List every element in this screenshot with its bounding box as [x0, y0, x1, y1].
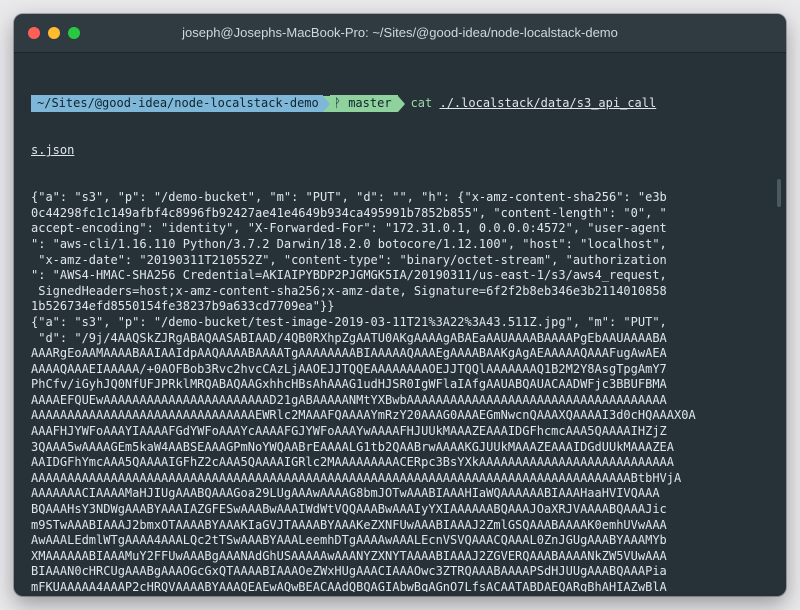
output-line: AAAAAAAAAAAAAAAAAAAAAAAAAAAAAAAEWRlc2MAA…: [31, 408, 696, 423]
output-line: {"a": "s3", "p": "/demo-bucket", "m": "P…: [31, 190, 667, 205]
output-line: BIAAAN0cHRCUgAAABgAAAOGcGxQTAAAABIAAAOeZ…: [31, 564, 667, 579]
output-line: XMAAAAAABIAAAMuY2FFUwAAABgAAANAdGhUSAAAA…: [31, 548, 667, 563]
command: cat: [410, 95, 433, 110]
output-line: BQAAAHsY3NDWgAAABYAAAIAZGFESwAAABwAAAIWd…: [31, 502, 667, 517]
output-line: AwAAALEdmlWTgAAAA4AAALQc2tTSwAAABYAAALee…: [31, 533, 667, 548]
prompt-directory: ~/Sites/@good-idea/node-localstack-demo: [31, 95, 323, 113]
output-line: ": "aws-cli/1.16.110 Python/3.7.2 Darwin…: [31, 236, 667, 251]
output-lines: {"a": "s3", "p": "/demo-bucket", "m": "P…: [31, 190, 777, 592]
output-line: {"a": "s3", "p": "/demo-bucket/test-imag…: [31, 314, 667, 329]
output-line: 1b526734efd8550154fe38237b9a633cd7709ea"…: [31, 299, 335, 314]
output-line: AAAAEFQUEwAAAAAAAAAAAAAAAAAAAAAAAD21gABA…: [31, 392, 667, 407]
prompt-branch: ᚹ master: [329, 95, 398, 113]
output-line: AAARgEoAAMAAAABAAIAAIdpAAQAAAABAAAATgAAA…: [31, 346, 667, 361]
window-title: joseph@Josephs-MacBook-Pro: ~/Sites/@goo…: [182, 25, 618, 40]
title-bar: joseph@Josephs-MacBook-Pro: ~/Sites/@goo…: [14, 14, 786, 53]
output-line: m9STwAAABIAAAJ2bmxOTAAAABYAAAKIaGVJTAAAA…: [31, 517, 667, 532]
output-line: mFKUAAAAA4AAAP2cHRQVAAAABYAAAQEAEwAQwBEA…: [31, 580, 667, 592]
output-line: AAAAQAAAEIAAAAA/+0AOFBob3Rvc2hvcCAzLjAAO…: [31, 361, 667, 376]
output-line: AAIDGFhYmcAAA5QAAAAIGFhZ2cAAA5QAAAAIGRlc…: [31, 455, 674, 470]
output-line: AAAAAAACIAAAAMaHJIUgAAABQAAAGoa29LUgAAAw…: [31, 486, 660, 501]
terminal-window: joseph@Josephs-MacBook-Pro: ~/Sites/@goo…: [14, 14, 786, 596]
prompt-end-separator: [397, 95, 405, 112]
output-line: AAAAAAAAAAAAAAAAAAAAAAAAAAAAAAAAAAAAAAAA…: [31, 470, 682, 485]
command-argument[interactable]: ./.localstack/data/s3_api_call: [439, 96, 656, 112]
branch-name: master: [348, 96, 392, 111]
scrollbar[interactable]: [777, 179, 781, 207]
output-line: PhCfv/iGyhJQ0NfUFJPRklMRQABAQAAGxhhcHBsA…: [31, 377, 667, 392]
output-line: "x-amz-date": "20190311T210552Z", "conte…: [31, 252, 667, 267]
output-line: accept-encoding": "identity", "X-Forward…: [31, 221, 667, 236]
terminal-output[interactable]: ~/Sites/@good-idea/node-localstack-demo …: [31, 64, 777, 592]
output-line: 3QAAA5wAAAAGEm5kaW4AABSEAAAGPmNoYWQAABrE…: [31, 439, 674, 454]
output-line: AAAFHJYWFoAAAYIAAAAFGdYWFoAAAYcAAAAFGJYW…: [31, 424, 667, 439]
output-line: SignedHeaders=host;x-amz-content-sha256;…: [31, 283, 667, 298]
git-branch-icon: ᚹ: [333, 96, 341, 111]
shell-prompt: ~/Sites/@good-idea/node-localstack-demo …: [31, 95, 777, 113]
output-line: ": "AWS4-HMAC-SHA256 Credential=AKIAIPYB…: [31, 268, 667, 283]
output-line: "d": "/9j/4AAQSkZJRgABAQAASABIAAD/4QB0RX…: [31, 330, 667, 345]
prompt-separator: [322, 95, 330, 112]
command-argument-wrap: s.json: [31, 143, 75, 158]
output-line: 0c44298fc1c149afbf4c8996fb92427ae41e4649…: [31, 205, 667, 220]
